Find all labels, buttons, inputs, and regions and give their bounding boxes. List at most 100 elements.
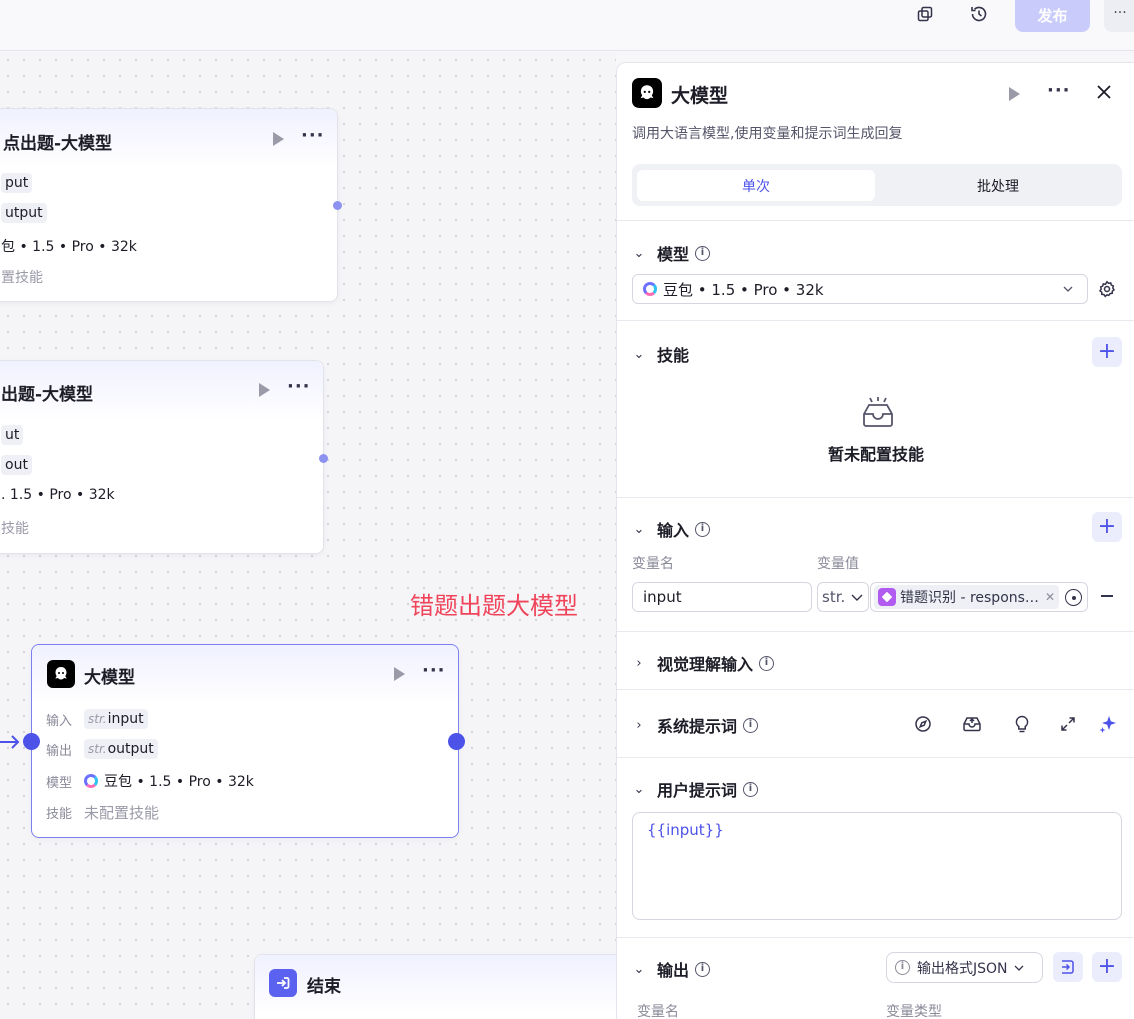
- input-port[interactable]: [23, 733, 40, 750]
- llm-icon: [632, 78, 662, 108]
- add-input-button[interactable]: +: [1092, 512, 1122, 542]
- tab-single[interactable]: 单次: [637, 170, 875, 201]
- import-output-button[interactable]: [1053, 952, 1083, 982]
- user-prompt-textarea[interactable]: {{input}}: [632, 812, 1122, 920]
- chevron-down-icon: [1014, 965, 1023, 971]
- chevron-down-icon: ⌄: [633, 346, 645, 362]
- end-node[interactable]: 结束: [254, 954, 616, 1019]
- compass-icon[interactable]: [912, 713, 934, 735]
- var-type-select[interactable]: str.: [817, 582, 869, 612]
- model-label: 模型: [46, 775, 73, 791]
- canvas-annotation: 错题出题大模型: [410, 592, 578, 620]
- expand-icon[interactable]: [1057, 713, 1079, 735]
- chevron-down-icon: [1063, 286, 1073, 292]
- skill-value: 置技能: [1, 270, 43, 286]
- chevron-down-icon: ⌄: [633, 245, 645, 261]
- workflow-canvas[interactable]: 点出题-大模型 ··· put utput 包 • 1.5 • Pro • 32…: [0, 52, 616, 1019]
- panel-title: 大模型: [671, 85, 729, 107]
- section-output[interactable]: ⌄ 输出 i: [631, 957, 711, 981]
- info-icon: i: [695, 245, 711, 261]
- skill-value: 技能: [1, 521, 29, 537]
- run-icon[interactable]: [1009, 87, 1020, 101]
- section-user-prompt[interactable]: ⌄ 用户提示词 i: [631, 777, 759, 801]
- connector-arrow: [0, 735, 20, 749]
- publish-button[interactable]: 发布: [1015, 0, 1090, 32]
- input-tag: str.input: [84, 709, 148, 729]
- run-icon[interactable]: [259, 383, 270, 397]
- workflow-node[interactable]: 出题-大模型 ··· ut out . 1.5 • Pro • 32k 技能: [0, 360, 328, 554]
- var-name-input[interactable]: input: [632, 582, 812, 612]
- lightbulb-icon[interactable]: [1011, 713, 1033, 735]
- more-icon[interactable]: ···: [301, 125, 325, 146]
- input-label: 输入: [46, 713, 73, 729]
- run-icon[interactable]: [273, 132, 284, 146]
- run-icon[interactable]: [394, 667, 405, 681]
- chevron-down-icon: ⌄: [633, 521, 645, 537]
- skill-empty-text: 暂未配置技能: [827, 445, 924, 464]
- remove-ref-icon[interactable]: ✕: [1045, 590, 1055, 604]
- col-output-type: 变量类型: [886, 1004, 942, 1019]
- node-title: 点出题-大模型: [3, 134, 113, 154]
- add-output-button[interactable]: +: [1092, 952, 1122, 982]
- section-skill[interactable]: ⌄ 技能: [631, 342, 689, 366]
- copy-icon[interactable]: [910, 0, 940, 28]
- node-title: 出题-大模型: [1, 385, 94, 405]
- prompt-library-icon[interactable]: [961, 713, 983, 735]
- tab-batch[interactable]: 批处理: [879, 170, 1117, 201]
- output-port[interactable]: [333, 201, 342, 210]
- model-value: 豆包 • 1.5 • Pro • 32k: [104, 774, 254, 790]
- info-icon: i: [695, 961, 711, 977]
- doubao-model-icon: [84, 774, 98, 788]
- empty-box-icon: [860, 396, 896, 434]
- output-tag: out: [1, 455, 32, 475]
- info-icon: i: [743, 717, 759, 733]
- chevron-down-icon: [851, 594, 863, 601]
- variable-picker-icon[interactable]: [1065, 589, 1082, 606]
- selected-llm-node[interactable]: 大模型 ··· 输入 str.input 输出 str.output 模型 豆包…: [23, 644, 465, 838]
- node-title: 大模型: [84, 668, 135, 688]
- input-tag: put: [1, 173, 33, 193]
- model-select[interactable]: 豆包 • 1.5 • Pro • 32k: [632, 274, 1088, 304]
- model-value: . 1.5 • Pro • 32k: [1, 487, 115, 503]
- more-icon[interactable]: ···: [1047, 80, 1071, 101]
- var-ref-input[interactable]: 错题识别 - respons… ✕: [870, 582, 1088, 612]
- info-icon: i: [695, 521, 711, 537]
- cube-icon: [878, 588, 896, 606]
- chevron-down-icon: ⌄: [633, 961, 645, 977]
- more-icon[interactable]: ···: [422, 660, 446, 681]
- history-icon[interactable]: [964, 0, 994, 28]
- skill-value: 未配置技能: [84, 804, 160, 822]
- section-model[interactable]: ⌄ 模型 i: [631, 241, 711, 265]
- info-icon: i: [759, 655, 775, 671]
- ref-tag: 错题识别 - respons… ✕: [874, 585, 1059, 609]
- add-skill-button[interactable]: +: [1092, 337, 1122, 367]
- mode-tabs: 单次 批处理: [632, 164, 1122, 206]
- node-title: 结束: [307, 977, 341, 997]
- output-tag: str.output: [84, 739, 158, 759]
- ai-sparkle-icon[interactable]: [1097, 713, 1119, 735]
- gear-icon[interactable]: [1096, 278, 1118, 300]
- output-port[interactable]: [448, 733, 465, 750]
- chevron-right-icon: ›: [636, 655, 642, 671]
- output-port[interactable]: [319, 454, 328, 463]
- info-icon: i: [743, 781, 759, 797]
- top-toolbar: 发布 ···: [0, 0, 1134, 51]
- end-icon: [269, 969, 297, 997]
- output-format-select[interactable]: i 输出格式JSON: [886, 952, 1043, 983]
- workflow-node[interactable]: 点出题-大模型 ··· put utput 包 • 1.5 • Pro • 32…: [0, 108, 342, 302]
- model-value: 包 • 1.5 • Pro • 32k: [1, 239, 137, 255]
- input-tag: ut: [1, 425, 24, 445]
- section-input[interactable]: ⌄ 输入 i: [631, 517, 711, 541]
- node-config-panel: 大模型 ··· 调用大语言模型,使用变量和提示词生成回复 单次 批处理 ⌄ 模型…: [616, 62, 1134, 1019]
- panel-description: 调用大语言模型,使用变量和提示词生成回复: [632, 126, 903, 142]
- section-visual-input[interactable]: › 视觉理解输入 i: [631, 651, 775, 675]
- chevron-right-icon: ›: [636, 717, 642, 733]
- more-icon[interactable]: ···: [287, 376, 311, 397]
- remove-input-button[interactable]: [1101, 595, 1113, 597]
- close-icon[interactable]: [1095, 83, 1113, 105]
- section-system-prompt[interactable]: › 系统提示词 i: [631, 713, 759, 737]
- output-tag: utput: [1, 203, 47, 223]
- col-output-name: 变量名: [637, 1004, 679, 1019]
- more-icon[interactable]: ···: [1104, 0, 1134, 32]
- output-label: 输出: [46, 743, 73, 759]
